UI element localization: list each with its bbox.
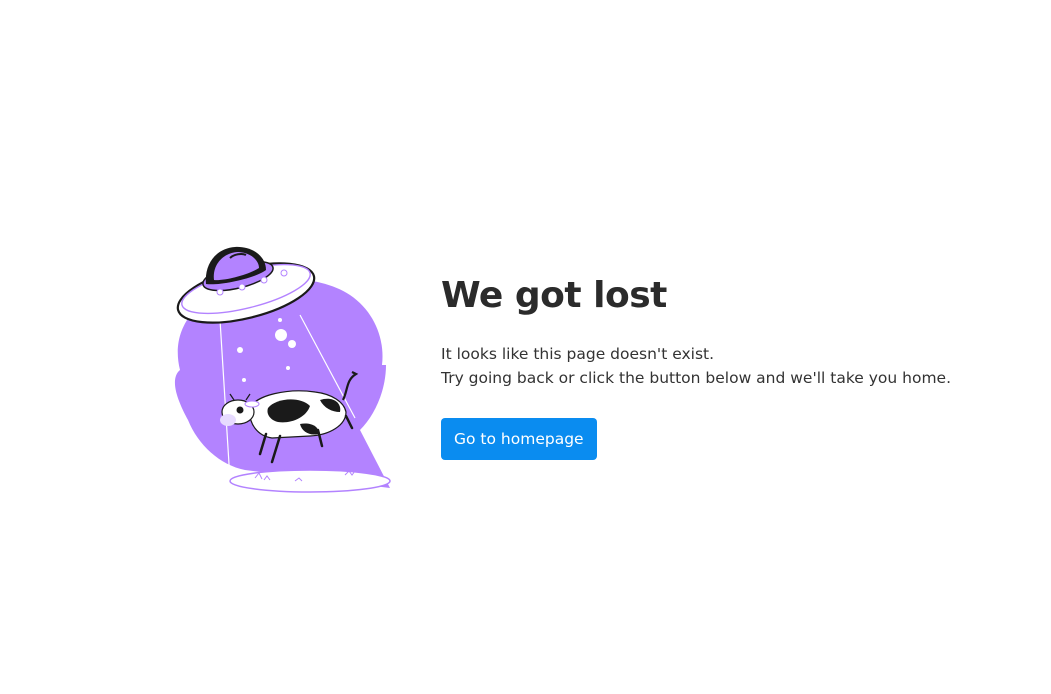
not-found-content: We got lost It looks like this page does…	[441, 272, 1001, 460]
message-line-1: It looks like this page doesn't exist.	[441, 345, 715, 363]
page-title: We got lost	[441, 275, 667, 316]
not-found-page: We got lost It looks like this page does…	[0, 0, 1051, 694]
go-to-homepage-button[interactable]: Go to homepage	[441, 418, 597, 460]
ufo-cow-illustration	[160, 240, 400, 500]
message-line-2: Try going back or click the button below…	[441, 369, 952, 387]
not-found-message: It looks like this page doesn't exist. T…	[441, 342, 1001, 390]
